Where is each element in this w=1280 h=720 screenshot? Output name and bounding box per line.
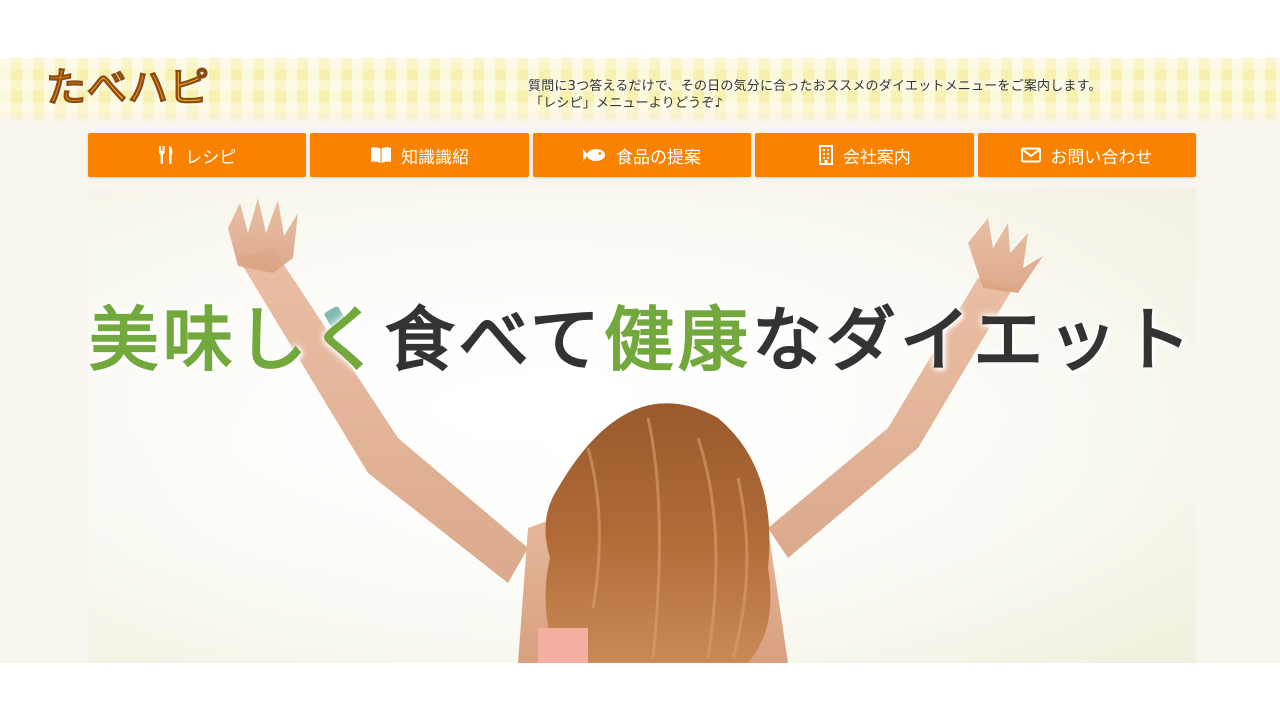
logo-char: ピ <box>169 65 210 112</box>
logo-char: ハ <box>128 65 169 112</box>
nav-item-label: レシピ <box>185 147 237 168</box>
site-logo[interactable]: た べ ハ ピ <box>46 60 210 116</box>
nav-item-label: 知識識紹 <box>401 147 470 168</box>
hero-banner: 美味しく食べて健康なダイエット <box>88 188 1196 663</box>
nav-item-label: お問い合わせ <box>1050 147 1153 168</box>
fork-knife-icon <box>159 146 173 164</box>
book-icon <box>371 147 392 163</box>
site-header: た べ ハ ピ 質問に3つ答えるだけで、その日の気分に合ったおススメのダイエット… <box>0 58 1280 124</box>
nav-item-label: 会社案内 <box>842 147 911 168</box>
hero-photo <box>88 188 1196 663</box>
main-nav: レシピ 知識識紹 食品の提案 会社案内 お問い合わせ <box>88 133 1197 177</box>
headline-part: なダイエット <box>751 299 1196 381</box>
nav-item-food-suggestion[interactable]: 食品の提案 <box>532 133 752 177</box>
headline-part: 健康 <box>603 299 752 381</box>
logo-char: べ <box>87 65 128 112</box>
site-tagline: 質問に3つ答えるだけで、その日の気分に合ったおススメのダイエットメニューをご案内… <box>528 78 1102 112</box>
envelope-icon <box>1021 147 1042 163</box>
site-container: た べ ハ ピ 質問に3つ答えるだけで、その日の気分に合ったおススメのダイエット… <box>0 58 1280 663</box>
headline-part: 美味しく <box>88 299 385 381</box>
nav-item-knowledge[interactable]: 知識識紹 <box>310 133 529 177</box>
nav-item-recipe[interactable]: レシピ <box>88 133 307 177</box>
nav-item-contact[interactable]: お問い合わせ <box>977 133 1197 177</box>
fish-icon <box>583 149 606 161</box>
nav-item-label: 食品の提案 <box>616 147 702 168</box>
tagline-line: 「レシピ」メニューよりどうぞ♪ <box>530 96 724 111</box>
headline-part: 食べて <box>384 299 604 381</box>
tagline-line: 質問に3つ答えるだけで、その日の気分に合ったおススメのダイエットメニューをご案内… <box>528 79 1102 94</box>
logo-char: た <box>46 65 87 112</box>
building-icon <box>818 145 833 165</box>
nav-item-company[interactable]: 会社案内 <box>755 133 974 177</box>
hero-headline: 美味しく食べて健康なダイエット <box>88 298 1196 382</box>
